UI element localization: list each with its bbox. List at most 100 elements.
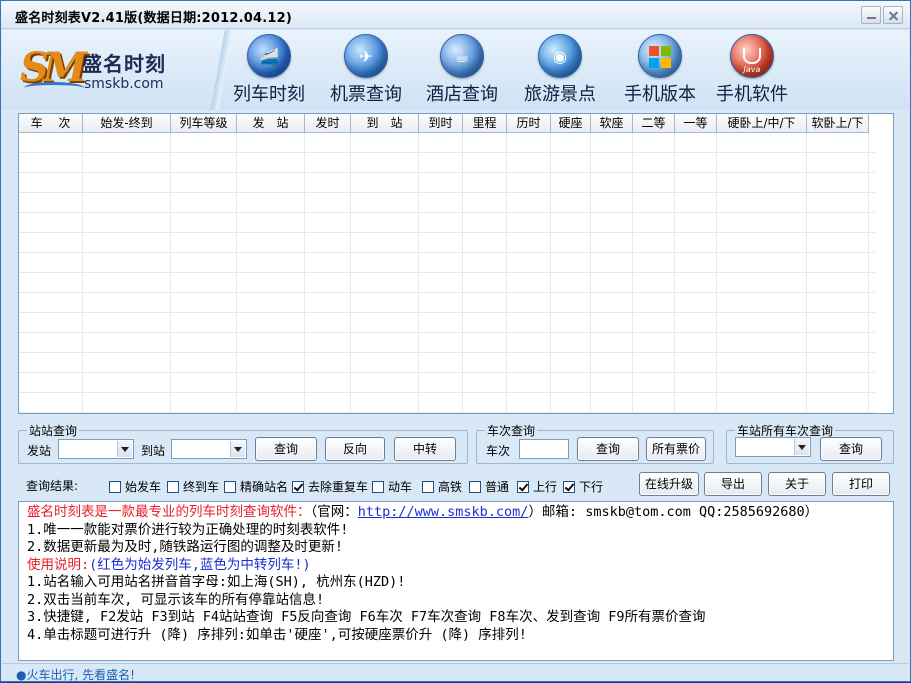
checkbox-icon[interactable] <box>372 481 384 493</box>
website-link[interactable]: http://www.smskb.com/ <box>358 504 529 520</box>
column-header-second-class[interactable]: 二等 <box>633 114 675 133</box>
column-header-train-class[interactable]: 列车等级 <box>171 114 237 133</box>
column-header-duration[interactable]: 历时 <box>507 114 551 133</box>
status-bar: ●火车出行, 先看盛名! <box>2 663 909 682</box>
close-button[interactable] <box>883 6 903 24</box>
usage-legend: (红色为始发列车,蓝色为中转列车!) <box>89 556 311 573</box>
filter-regular-checkbox[interactable]: 普通 <box>469 478 509 494</box>
nav-flight-query[interactable]: ✈ 机票查询 <box>324 34 408 106</box>
train-number-label: 车次 <box>486 444 511 458</box>
filter-origin-checkbox[interactable]: 始发车 <box>109 478 161 494</box>
logo-domain: smskb.com <box>84 76 164 92</box>
nav-mobile-version[interactable]: 手机版本 <box>618 34 702 106</box>
filter-terminal-checkbox[interactable]: 终到车 <box>167 478 219 494</box>
column-header-origin-dest[interactable]: 始发-终到 <box>83 114 171 133</box>
column-header-arrive-time[interactable]: 到时 <box>419 114 463 133</box>
tip-line: 1.站名输入可用站名拼音首字母:如上海(SH), 杭州东(HZD)! <box>27 574 406 590</box>
filter-upbound-checkbox[interactable]: 上行 <box>517 478 557 494</box>
airplane-icon: ✈ <box>344 34 388 78</box>
train-query-button[interactable]: 查询 <box>577 437 639 461</box>
print-button[interactable]: 打印 <box>832 472 890 496</box>
info-line: 1.唯一一款能对票价进行较为正确处理的时刻表软件! <box>27 521 349 538</box>
checkbox-icon[interactable] <box>422 481 434 493</box>
nav-mobile-software[interactable]: Java 手机软件 <box>710 34 794 106</box>
java-icon: Java <box>730 34 774 78</box>
filter-highspeed-checkbox[interactable]: 高铁 <box>422 478 462 494</box>
nav-tourist-spots[interactable]: ◉ 旅游景点 <box>518 34 602 106</box>
chevron-down-icon[interactable] <box>230 441 245 457</box>
chevron-down-icon[interactable] <box>117 441 132 457</box>
column-header-arrive-station[interactable]: 到 站 <box>351 114 419 133</box>
nav-label: 机票查询 <box>330 84 402 105</box>
grid-lines <box>19 133 869 413</box>
logo: SM 盛名时刻 smskb.com <box>20 42 170 100</box>
windows-icon <box>638 34 682 78</box>
site-prefix: （官网： <box>310 504 358 520</box>
checkbox-icon[interactable] <box>167 481 179 493</box>
window-title: 盛名时刻表V2.41版(数据日期:2012.04.12) <box>15 11 293 26</box>
tip-line: 3.快捷键, F2发站 F3到站 F4站站查询 F5反向查询 F6车次 F7车次… <box>27 609 706 625</box>
checkbox-checked-icon[interactable] <box>517 481 529 493</box>
grid-header: 车 次 始发-终到 列车等级 发 站 发时 到 站 到时 里程 历时 硬座 软座… <box>19 114 869 133</box>
filter-exact-name-checkbox[interactable]: 精确站名 <box>224 478 288 494</box>
column-header-soft-sleeper[interactable]: 软卧上/下 <box>807 114 869 133</box>
filter-dedupe-checkbox[interactable]: 去除重复车 <box>292 478 368 494</box>
info-panel: 盛名时刻表是一款最专业的列车时刻查询软件：（官网：http://www.smsk… <box>18 501 894 661</box>
all-prices-button[interactable]: 所有票价 <box>646 437 706 461</box>
train-number-input[interactable] <box>519 439 569 459</box>
tip-line: 2.双击当前车次, 可显示该车的所有停靠站信息! <box>27 591 325 608</box>
train-icon: 🚄 <box>247 34 291 78</box>
column-header-soft-seat[interactable]: 软座 <box>591 114 633 133</box>
usage-line: 使用说明:(红色为始发列车,蓝色为中转列车!) <box>27 557 885 575</box>
column-header-hard-seat[interactable]: 硬座 <box>551 114 591 133</box>
export-button[interactable]: 导出 <box>704 472 762 496</box>
tip-line: 4.单击标题可进行升 (降) 序排列:如单击'硬座',可按硬座票价升 (降) 序… <box>27 626 527 643</box>
nav-hotel-query[interactable]: ☕ 酒店查询 <box>420 34 504 106</box>
filter-downbound-checkbox[interactable]: 下行 <box>563 478 603 494</box>
to-station-select[interactable] <box>171 439 247 459</box>
column-header-depart-station[interactable]: 发 站 <box>237 114 305 133</box>
usage-title: 使用说明: <box>27 556 90 573</box>
from-station-select[interactable] <box>58 439 134 459</box>
column-header-train-no[interactable]: 车 次 <box>19 114 83 133</box>
globe-icon: ◉ <box>538 34 582 78</box>
minimize-button[interactable] <box>861 6 881 24</box>
logo-name: 盛名时刻 <box>82 52 166 76</box>
status-text: ●火车出行, 先看盛名! <box>16 668 135 682</box>
about-button[interactable]: 关于 <box>768 472 826 496</box>
contact-text: ）邮箱: smskb@tom.com QQ:2585692680） <box>528 504 819 520</box>
nav-label: 手机版本 <box>624 84 696 105</box>
column-header-depart-time[interactable]: 发时 <box>305 114 351 133</box>
timetable-grid[interactable]: 车 次 始发-终到 列车等级 发 站 发时 到 站 到时 里程 历时 硬座 软座… <box>18 113 894 414</box>
app-window: 盛名时刻表V2.41版(数据日期:2012.04.12) SM 盛名时刻 sms… <box>0 0 911 682</box>
chevron-down-icon[interactable] <box>794 439 809 455</box>
checkbox-checked-icon[interactable] <box>292 481 304 493</box>
checkbox-icon[interactable] <box>109 481 121 493</box>
nav-label: 列车时刻 <box>233 84 305 105</box>
query-results-label: 查询结果: <box>26 479 79 493</box>
column-header-first-class[interactable]: 一等 <box>675 114 717 133</box>
to-station-label: 到站 <box>141 444 166 458</box>
column-header-distance[interactable]: 里程 <box>463 114 507 133</box>
checkbox-icon[interactable] <box>469 481 481 493</box>
from-station-label: 发站 <box>27 444 52 458</box>
station-query-button[interactable]: 查询 <box>255 437 317 461</box>
online-upgrade-button[interactable]: 在线升级 <box>639 472 699 496</box>
intro-text: 盛名时刻表是一款最专业的列车时刻查询软件： <box>27 504 311 520</box>
checkbox-checked-icon[interactable] <box>563 481 575 493</box>
station-select[interactable] <box>735 437 811 457</box>
filter-emu-checkbox[interactable]: 动车 <box>372 478 412 494</box>
station-all-query-button[interactable]: 查询 <box>820 437 882 461</box>
nav-label: 手机软件 <box>716 84 788 105</box>
hotel-icon: ☕ <box>440 34 484 78</box>
intro-line: 盛名时刻表是一款最专业的列车时刻查询软件：（官网：http://www.smsk… <box>27 504 885 522</box>
nav-train-timetable[interactable]: 🚄 列车时刻 <box>227 34 311 106</box>
logo-swoosh <box>24 82 84 94</box>
checkbox-icon[interactable] <box>224 481 236 493</box>
transfer-button[interactable]: 中转 <box>394 437 456 461</box>
reverse-button[interactable]: 反向 <box>325 437 385 461</box>
column-header-hard-sleeper[interactable]: 硬卧上/中/下 <box>717 114 807 133</box>
station-query-legend: 站站查询 <box>29 424 78 438</box>
title-bar[interactable]: 盛名时刻表V2.41版(数据日期:2012.04.12) <box>1 1 910 29</box>
info-line: 2.数据更新最为及时,随铁路运行图的调整及时更新! <box>27 539 344 555</box>
